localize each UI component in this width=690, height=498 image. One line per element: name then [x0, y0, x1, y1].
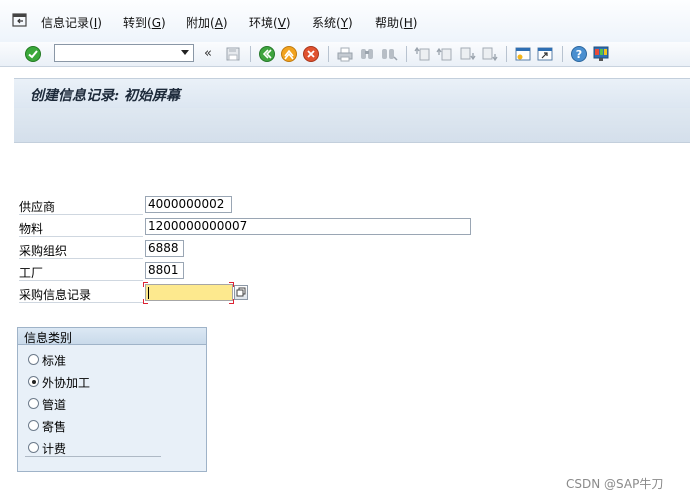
command-field[interactable]: [54, 44, 194, 62]
toolbar-separator: [562, 46, 563, 62]
radio-label: 寄售: [42, 420, 67, 434]
menu-paren: ): [222, 16, 228, 30]
vendor-field-value: 4000000002: [148, 197, 225, 211]
first-page-icon[interactable]: [414, 45, 432, 63]
menu-hotkey: G: [151, 16, 161, 30]
vendor-field[interactable]: 4000000002: [145, 196, 232, 213]
menu-label: 转到(: [123, 16, 152, 30]
menu-exit-icon[interactable]: [10, 12, 30, 30]
group-title-bar: 信息类别: [18, 328, 206, 345]
menu-label: 环境(: [249, 16, 278, 30]
menu-environment[interactable]: 环境(V): [249, 14, 291, 31]
next-page-icon[interactable]: [458, 45, 476, 63]
standard-toolbar: « ?: [0, 42, 690, 67]
previous-page-icon[interactable]: [436, 45, 454, 63]
help-icon[interactable]: ?: [570, 45, 588, 63]
info-category-group: 信息类别 标准 外协加工 管道 寄售 计费: [17, 327, 207, 472]
menu-label: 系统(: [312, 16, 341, 30]
save-icon[interactable]: [224, 45, 242, 63]
toolbar-separator: [406, 46, 407, 62]
group-title: 信息类别: [24, 331, 73, 345]
chevron-down-icon[interactable]: [181, 50, 189, 55]
radio-button[interactable]: [28, 398, 39, 409]
required-corner: [143, 299, 148, 304]
menu-hotkey: H: [403, 16, 413, 30]
create-session-icon[interactable]: [514, 45, 532, 63]
toolbar-separator: [328, 46, 329, 62]
customize-layout-icon[interactable]: [592, 45, 610, 63]
radio-label: 计费: [42, 442, 67, 456]
menu-paren: ): [285, 16, 291, 30]
print-icon[interactable]: [336, 45, 354, 63]
plant-field-value: 8801: [148, 263, 179, 277]
radio-button-selected[interactable]: [28, 376, 39, 387]
toolbar-separator: [250, 46, 251, 62]
radio-button[interactable]: [28, 442, 39, 453]
purchasing-org-field-value: 6888: [148, 241, 179, 255]
plant-label: 工厂: [19, 266, 44, 280]
application-toolbar: [14, 108, 690, 143]
menu-paren: ): [412, 16, 418, 30]
vendor-label: 供应商: [19, 200, 56, 214]
cancel-icon[interactable]: [302, 45, 320, 63]
material-label: 物料: [19, 222, 44, 236]
exit-icon[interactable]: [280, 45, 298, 63]
text-cursor: [148, 287, 149, 299]
watermark: CSDN @SAP牛刀: [566, 477, 664, 491]
radio-label: 外协加工: [42, 376, 91, 390]
enter-check-icon[interactable]: [24, 45, 42, 63]
menu-hotkey: V: [277, 16, 286, 30]
shortcut-icon[interactable]: [536, 45, 554, 63]
plant-field[interactable]: 8801: [145, 262, 184, 279]
menu-bar: 信息记录(I) 转到(G) 附加(A) 环境(V) 系统(Y) 帮助(H): [0, 0, 690, 43]
label-underline: [19, 258, 143, 259]
menu-hotkey: A: [214, 16, 223, 30]
menu-label: 信息记录(: [41, 16, 94, 30]
menu-help[interactable]: 帮助(H): [375, 14, 417, 31]
purchasing-org-label: 采购组织: [19, 244, 68, 258]
label-underline: [19, 302, 143, 303]
material-field-value: 1200000000007: [148, 219, 248, 233]
find-icon[interactable]: [358, 45, 376, 63]
menu-info-record[interactable]: 信息记录(I): [41, 14, 102, 31]
label-underline: [19, 236, 143, 237]
radio-label: 管道: [42, 398, 67, 412]
menu-label: 帮助(: [375, 16, 404, 30]
collapse-toolbar-icon[interactable]: «: [204, 46, 212, 61]
screen-title-bar: 创建信息记录: 初始屏幕: [14, 78, 690, 110]
radio-button[interactable]: [28, 420, 39, 431]
info-record-label: 采购信息记录: [19, 288, 92, 302]
menu-system[interactable]: 系统(Y): [312, 14, 353, 31]
menu-hotkey: Y: [340, 16, 349, 30]
menu-paren: ): [348, 16, 353, 30]
menu-paren: ): [161, 16, 166, 30]
group-divider: [25, 456, 161, 457]
radio-button[interactable]: [28, 354, 39, 365]
info-record-field[interactable]: [145, 284, 233, 301]
find-next-icon[interactable]: [380, 45, 398, 63]
menu-label: 附加(: [186, 16, 215, 30]
toolbar-separator: [506, 46, 507, 62]
svg-text:?: ?: [576, 48, 582, 61]
value-help-button[interactable]: [234, 285, 248, 300]
purchasing-org-field[interactable]: 6888: [145, 240, 184, 257]
last-page-icon[interactable]: [480, 45, 498, 63]
menu-extras[interactable]: 附加(A): [186, 14, 228, 31]
value-help-icon: [236, 287, 246, 297]
label-underline: [19, 280, 143, 281]
menu-goto[interactable]: 转到(G): [123, 14, 166, 31]
back-icon[interactable]: [258, 45, 276, 63]
material-field[interactable]: 1200000000007: [145, 218, 471, 235]
label-underline: [19, 214, 143, 215]
radio-label: 标准: [42, 354, 67, 368]
page-title: 创建信息记录: 初始屏幕: [30, 88, 181, 104]
required-corner: [143, 282, 148, 287]
menu-paren: ): [97, 16, 102, 30]
